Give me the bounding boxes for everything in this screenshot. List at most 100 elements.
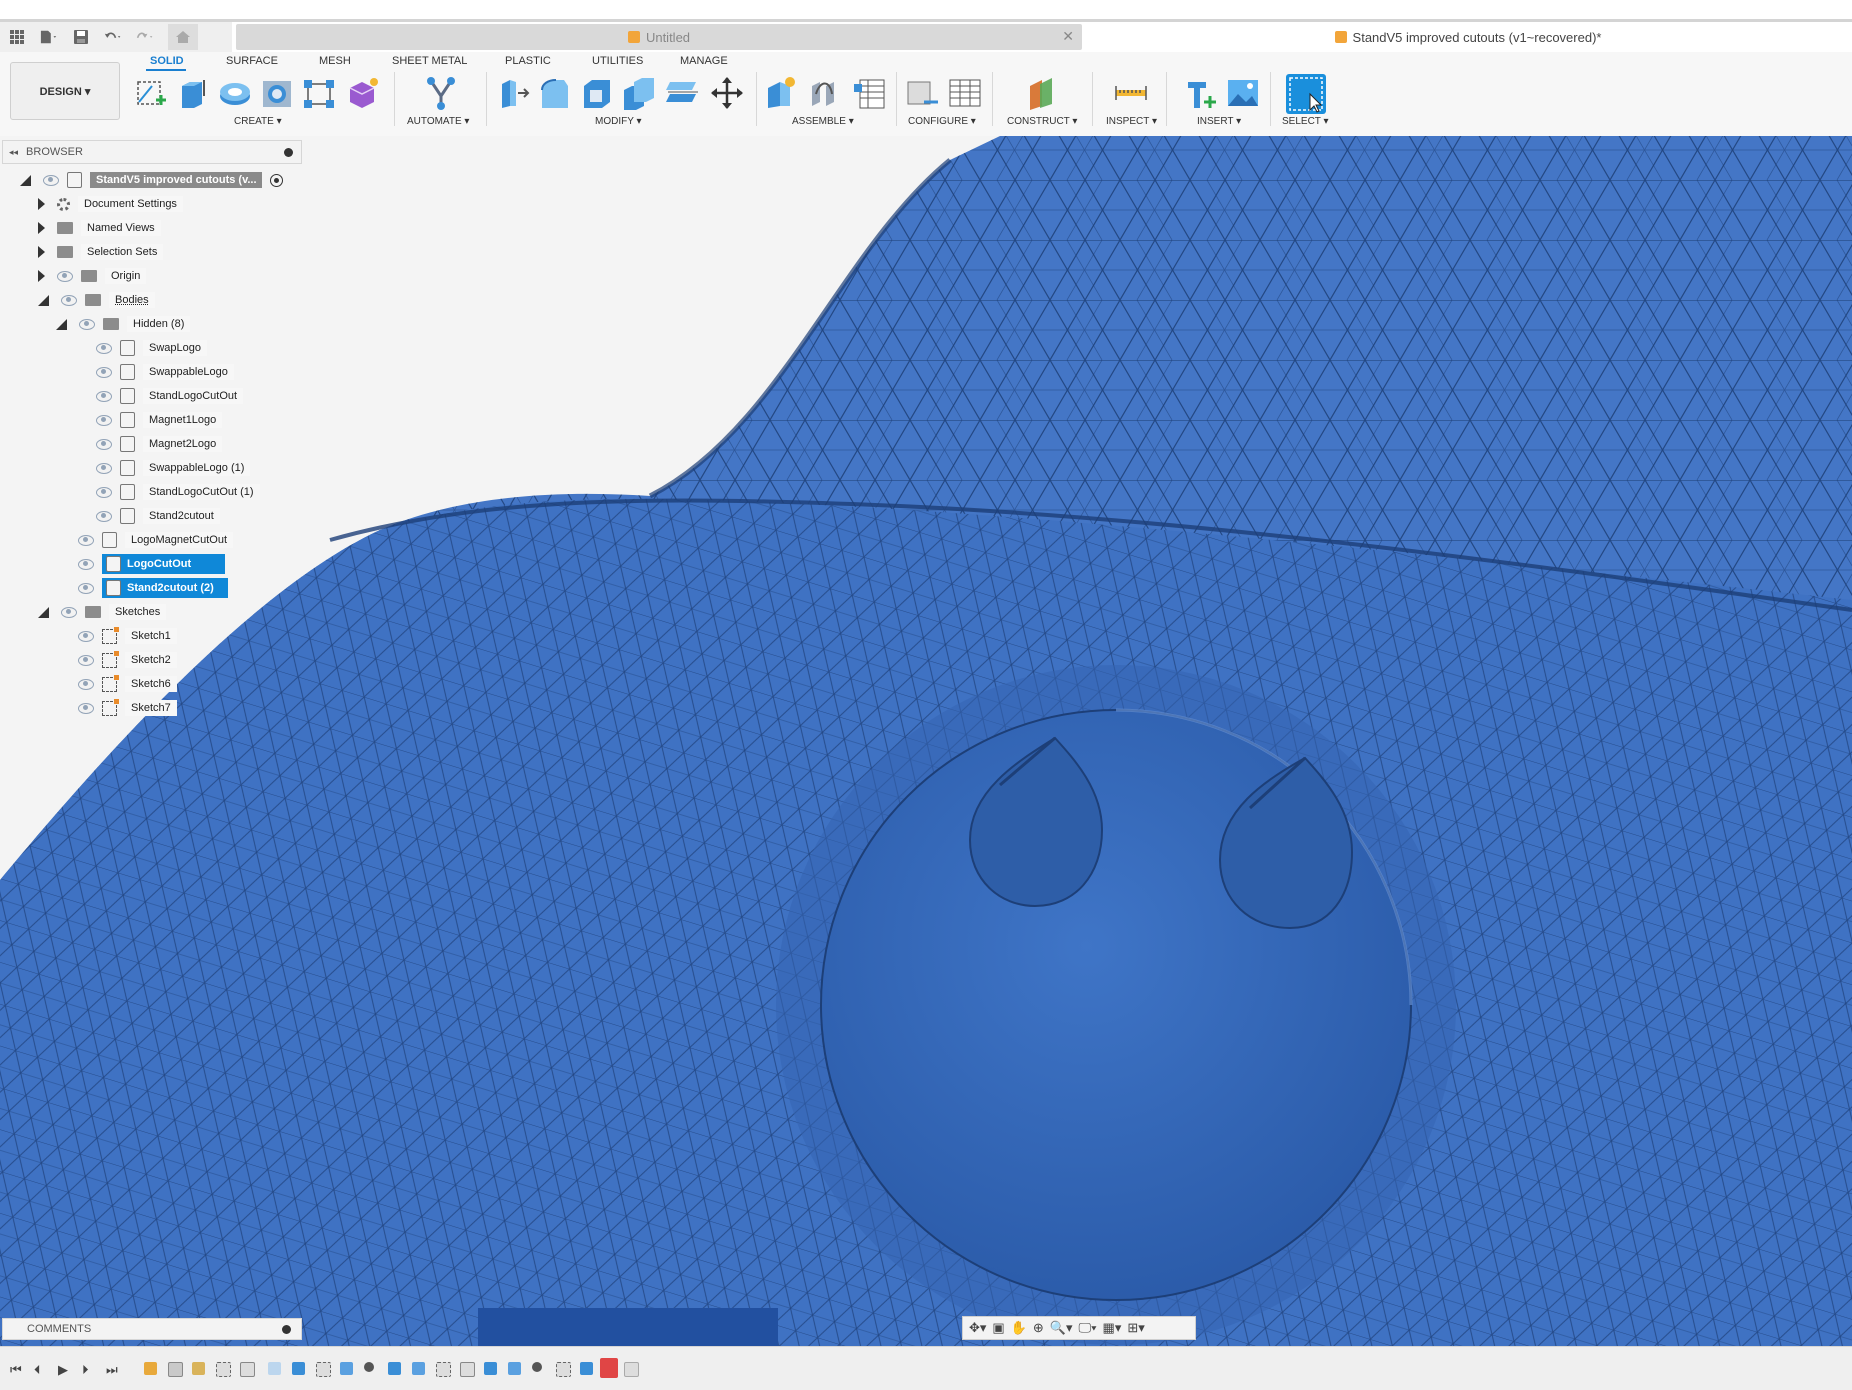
tree-item-body-selected[interactable]: Stand2cutout (2) (78, 578, 228, 598)
visibility-eye-icon[interactable] (79, 318, 95, 330)
tree-item-body[interactable]: SwapLogo (96, 338, 207, 358)
tree-item-label[interactable]: Sketches (109, 604, 167, 620)
tree-item-body[interactable]: LogoMagnetCutOut (78, 530, 234, 550)
combine-icon[interactable] (622, 76, 656, 110)
tree-item-label[interactable]: SwappableLogo (143, 364, 234, 380)
tab-utilities[interactable]: UTILITIES (592, 55, 643, 67)
redo-icon[interactable] (136, 28, 154, 46)
timeline-feature-icon[interactable] (192, 1362, 205, 1375)
visibility-eye-icon[interactable] (43, 174, 59, 186)
move-copy-icon[interactable] (710, 76, 744, 110)
apps-grid-icon[interactable] (8, 28, 26, 46)
tab-untitled[interactable]: Untitled ✕ (236, 24, 1082, 50)
timeline-feature-icon[interactable] (216, 1362, 231, 1377)
comments-pin-icon[interactable] (282, 1324, 291, 1334)
tree-item-label[interactable]: SwapLogo (143, 340, 207, 356)
visibility-eye-icon[interactable] (78, 534, 94, 546)
visibility-eye-icon[interactable] (78, 558, 94, 570)
tree-item-body[interactable]: Magnet2Logo (96, 434, 223, 454)
visibility-eye-icon[interactable] (96, 414, 112, 426)
tree-item-label[interactable]: Sketch2 (125, 652, 177, 668)
tree-item-origin[interactable]: Origin (38, 266, 147, 286)
bill-of-materials-icon[interactable] (852, 76, 886, 110)
tree-item-label[interactable]: Magnet1Logo (143, 412, 223, 428)
joint-icon[interactable] (808, 76, 842, 110)
tab-plastic[interactable]: PLASTIC (505, 55, 551, 67)
configuration-table-icon[interactable] (948, 76, 982, 110)
tab-active-document[interactable]: StandV5 improved cutouts (v1~recovered)* (1084, 22, 1852, 52)
workspace-switcher[interactable]: DESIGN ▾ (10, 62, 120, 120)
grid-settings-icon[interactable]: ▦▾ (1103, 1320, 1122, 1336)
timeline-feature-icon[interactable] (624, 1362, 639, 1377)
collapse-arrow-icon[interactable] (38, 294, 49, 306)
tree-item-label[interactable]: Document Settings (78, 196, 183, 212)
visibility-eye-icon[interactable] (96, 462, 112, 474)
save-icon[interactable] (72, 28, 90, 46)
tree-item-body-selected[interactable]: LogoCutOut (78, 554, 226, 574)
tree-item-document-settings[interactable]: Document Settings (38, 194, 183, 214)
inspect-group-label[interactable]: INSPECT ▾ (1106, 116, 1157, 127)
collapse-arrow-icon[interactable] (38, 606, 49, 618)
expand-arrow-icon[interactable] (38, 198, 45, 210)
measure-icon[interactable] (1114, 76, 1148, 110)
tab-sheet-metal[interactable]: SHEET METAL (392, 55, 467, 67)
tree-item-sketches[interactable]: Sketches (38, 602, 167, 622)
tree-item-label[interactable]: LogoCutOut (127, 558, 221, 570)
timeline-feature-icon[interactable] (556, 1362, 571, 1377)
tree-item-label[interactable]: SwappableLogo (1) (143, 460, 251, 476)
timeline-marker-icon[interactable] (600, 1358, 618, 1378)
expand-arrow-icon[interactable] (38, 246, 45, 258)
split-body-icon[interactable] (666, 76, 700, 110)
home-icon[interactable] (168, 24, 198, 50)
visibility-eye-icon[interactable] (96, 486, 112, 498)
tab-solid[interactable]: SOLID (150, 55, 184, 67)
tree-item-label[interactable]: Stand2cutout (143, 508, 220, 524)
timeline-feature-icon[interactable] (532, 1362, 542, 1372)
select-icon[interactable] (1286, 74, 1326, 114)
expand-arrow-icon[interactable] (38, 222, 45, 234)
timeline-feature-icon[interactable] (436, 1362, 451, 1377)
timeline-feature-icon[interactable] (292, 1362, 305, 1375)
tree-item-body[interactable]: Magnet1Logo (96, 410, 223, 430)
tree-item-named-views[interactable]: Named Views (38, 218, 161, 238)
create-sketch-icon[interactable] (134, 76, 168, 110)
tab-mesh[interactable]: MESH (319, 55, 351, 67)
revolve-icon[interactable] (218, 76, 252, 110)
comments-panel-header[interactable]: COMMENTS (2, 1318, 302, 1340)
extrude-icon[interactable] (176, 76, 210, 110)
tree-item-selection-sets[interactable]: Selection Sets (38, 242, 164, 262)
automate-group-label[interactable]: AUTOMATE ▾ (407, 116, 469, 127)
tree-item-sketch[interactable]: Sketch6 (78, 674, 177, 694)
pan-icon[interactable]: ✋ (1011, 1320, 1027, 1336)
visibility-eye-icon[interactable] (78, 630, 94, 642)
tree-item-label[interactable]: Sketch6 (125, 676, 177, 692)
tree-item-sketch[interactable]: Sketch2 (78, 650, 177, 670)
timeline-feature-icon[interactable] (340, 1362, 353, 1375)
tree-item-label[interactable]: Magnet2Logo (143, 436, 223, 452)
fillet-icon[interactable] (538, 76, 572, 110)
select-group-label[interactable]: SELECT ▾ (1282, 116, 1329, 127)
viewports-icon[interactable]: ⊞▾ (1127, 1320, 1144, 1336)
visibility-eye-icon[interactable] (61, 294, 77, 306)
timeline-feature-icon[interactable] (240, 1362, 255, 1377)
timeline-feature-icon[interactable] (460, 1362, 475, 1377)
close-tab-icon[interactable]: ✕ (1062, 28, 1074, 45)
visibility-eye-icon[interactable] (78, 702, 94, 714)
zoom-icon[interactable]: ⊕ (1033, 1320, 1044, 1336)
insert-canvas-icon[interactable] (1226, 76, 1260, 110)
tree-item-body[interactable]: SwappableLogo (1) (96, 458, 251, 478)
timeline-feature-icon[interactable] (364, 1362, 374, 1372)
3d-viewport[interactable] (0, 136, 1852, 1346)
tree-item-label[interactable]: Stand2cutout (2) (127, 582, 224, 594)
new-component-icon[interactable] (764, 76, 798, 110)
collapse-panel-icon[interactable]: ◂◂ (9, 147, 18, 158)
visibility-eye-icon[interactable] (57, 270, 73, 282)
construct-group-label[interactable]: CONSTRUCT ▾ (1007, 116, 1077, 127)
go-to-start-icon[interactable]: ⏮ (10, 1362, 22, 1378)
timeline-feature-icon[interactable] (268, 1362, 281, 1375)
browser-panel-header[interactable]: ◂◂ BROWSER (2, 140, 302, 164)
pattern-icon[interactable] (302, 76, 336, 110)
visibility-eye-icon[interactable] (96, 366, 112, 378)
tree-item-label[interactable]: StandLogoCutOut (143, 388, 244, 404)
tree-item-label[interactable]: Bodies (109, 292, 155, 308)
